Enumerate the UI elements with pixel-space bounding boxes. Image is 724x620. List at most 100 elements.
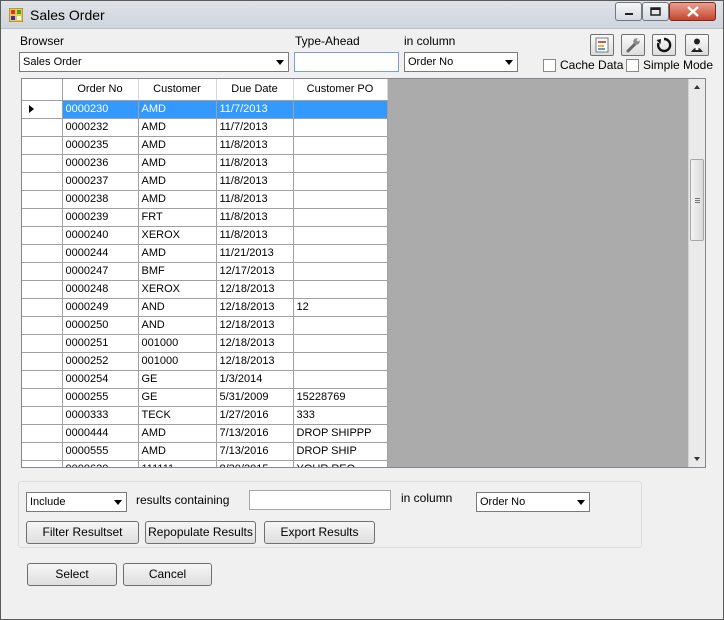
cell-customer[interactable]: XEROX (138, 280, 217, 299)
cell-customer-po[interactable] (293, 226, 388, 245)
browser-dropdown[interactable]: Sales Order (19, 52, 289, 72)
row-header[interactable] (22, 136, 63, 155)
cell-customer-po[interactable] (293, 334, 388, 353)
cell-order-no[interactable]: 0000237 (62, 172, 139, 191)
cell-customer[interactable]: AND (138, 316, 217, 335)
cell-customer-po[interactable] (293, 262, 388, 281)
cell-order-no[interactable]: 0000239 (62, 208, 139, 227)
table-row[interactable]: 0000555 AMD 7/13/2016 DROP SHIP (22, 442, 388, 461)
title-bar[interactable]: Sales Order (1, 1, 723, 29)
table-row[interactable]: 0000236 AMD 11/8/2013 (22, 154, 388, 173)
cell-customer-po[interactable] (293, 172, 388, 191)
scroll-up-icon[interactable] (694, 85, 700, 89)
simple-mode-checkbox[interactable] (626, 59, 639, 72)
cell-customer-po[interactable] (293, 136, 388, 155)
filter-resultset-button[interactable]: Filter Resultset (26, 521, 139, 544)
table-row[interactable]: 0000238 AMD 11/8/2013 (22, 190, 388, 209)
cell-customer-po[interactable]: DROP SHIP (293, 442, 388, 461)
table-row[interactable]: 0000248 XEROX 12/18/2013 (22, 280, 388, 299)
typeahead-input[interactable] (294, 52, 399, 72)
cell-due-date[interactable]: 11/8/2013 (216, 226, 294, 245)
cell-customer-po[interactable] (293, 118, 388, 137)
row-header[interactable] (22, 172, 63, 191)
column-dropdown-top[interactable]: Order No (404, 52, 518, 72)
cell-order-no[interactable]: 0000620 (62, 460, 139, 467)
cell-customer-po[interactable] (293, 370, 388, 389)
table-row[interactable]: 0000230 AMD 11/7/2013 (22, 100, 388, 119)
row-header[interactable] (22, 154, 63, 173)
row-header[interactable] (22, 208, 63, 227)
cell-order-no[interactable]: 0000251 (62, 334, 139, 353)
table-row[interactable]: 0000254 GE 1/3/2014 (22, 370, 388, 389)
cell-customer[interactable]: AMD (138, 154, 217, 173)
cell-order-no[interactable]: 0000240 (62, 226, 139, 245)
row-header[interactable] (22, 388, 63, 407)
cell-customer[interactable]: AMD (138, 442, 217, 461)
cell-customer[interactable]: FRT (138, 208, 217, 227)
cell-order-no[interactable]: 0000235 (62, 136, 139, 155)
cell-customer[interactable]: AMD (138, 244, 217, 263)
cell-customer-po[interactable] (293, 190, 388, 209)
cell-customer-po[interactable] (293, 352, 388, 371)
row-header[interactable] (22, 442, 63, 461)
export-results-button[interactable]: Export Results (264, 521, 375, 544)
cell-due-date[interactable]: 12/18/2013 (216, 334, 294, 353)
cell-customer[interactable]: AMD (138, 172, 217, 191)
column-dropdown-bottom[interactable]: Order No (476, 492, 590, 512)
report-button[interactable] (590, 34, 614, 56)
cell-due-date[interactable]: 12/18/2013 (216, 316, 294, 335)
cell-due-date[interactable]: 5/31/2009 (216, 388, 294, 407)
cell-customer-po[interactable] (293, 244, 388, 263)
table-row[interactable]: 0000249 AND 12/18/2013 12 (22, 298, 388, 317)
table-row[interactable]: 0000240 XEROX 11/8/2013 (22, 226, 388, 245)
cell-due-date[interactable]: 1/3/2014 (216, 370, 294, 389)
cell-customer[interactable]: AMD (138, 136, 217, 155)
table-row[interactable]: 0000251 001000 12/18/2013 (22, 334, 388, 353)
row-header[interactable] (22, 298, 63, 317)
cell-customer-po[interactable] (293, 208, 388, 227)
cell-order-no[interactable]: 0000230 (62, 100, 139, 119)
cell-customer[interactable]: 111111 (138, 460, 217, 467)
row-header[interactable] (22, 460, 63, 467)
minimize-button[interactable] (615, 2, 642, 21)
table-row[interactable]: 0000235 AMD 11/8/2013 (22, 136, 388, 155)
cell-customer-po[interactable]: YOUR REQ (293, 460, 388, 467)
cell-order-no[interactable]: 0000238 (62, 190, 139, 209)
cell-due-date[interactable]: 12/18/2013 (216, 352, 294, 371)
cell-customer[interactable]: GE (138, 370, 217, 389)
results-grid[interactable]: Order No Customer Due Date Customer PO 0… (21, 78, 706, 468)
table-row[interactable]: 00006201111118/30/2015YOUR REQ (22, 460, 388, 467)
cell-order-no[interactable]: 0000333 (62, 406, 139, 425)
cell-due-date[interactable]: 7/13/2016 (216, 442, 294, 461)
row-header[interactable] (22, 244, 63, 263)
cell-customer[interactable]: GE (138, 388, 217, 407)
table-row[interactable]: 0000255 GE 5/31/2009 15228769 (22, 388, 388, 407)
cell-order-no[interactable]: 0000555 (62, 442, 139, 461)
table-row[interactable]: 0000247 BMF 12/17/2013 (22, 262, 388, 281)
cell-customer[interactable]: AND (138, 298, 217, 317)
cell-customer[interactable]: AMD (138, 190, 217, 209)
cell-due-date[interactable]: 11/21/2013 (216, 244, 294, 263)
row-header[interactable] (22, 262, 63, 281)
cell-customer-po[interactable] (293, 100, 388, 119)
cell-customer-po[interactable]: 12 (293, 298, 388, 317)
cell-due-date[interactable]: 11/7/2013 (216, 100, 294, 119)
repopulate-results-button[interactable]: Repopulate Results (145, 521, 256, 544)
cell-order-no[interactable]: 0000255 (62, 388, 139, 407)
cell-due-date[interactable]: 11/8/2013 (216, 190, 294, 209)
table-row[interactable]: 0000252 001000 12/18/2013 (22, 352, 388, 371)
cell-order-no[interactable]: 0000250 (62, 316, 139, 335)
row-header[interactable] (22, 424, 63, 443)
cell-order-no[interactable]: 0000249 (62, 298, 139, 317)
cell-order-no[interactable]: 0000236 (62, 154, 139, 173)
vertical-scrollbar[interactable] (688, 79, 705, 467)
row-header[interactable] (22, 118, 63, 137)
cell-due-date[interactable]: 11/8/2013 (216, 172, 294, 191)
table-row[interactable]: 0000232 AMD 11/7/2013 (22, 118, 388, 137)
cell-customer[interactable]: 001000 (138, 334, 217, 353)
table-row[interactable]: 0000333 TECK 1/27/2016 333 (22, 406, 388, 425)
scroll-down-icon[interactable] (694, 457, 700, 461)
cell-due-date[interactable]: 11/7/2013 (216, 118, 294, 137)
table-row[interactable]: 0000444 AMD 7/13/2016 DROP SHIPPP (22, 424, 388, 443)
cell-customer[interactable]: BMF (138, 262, 217, 281)
